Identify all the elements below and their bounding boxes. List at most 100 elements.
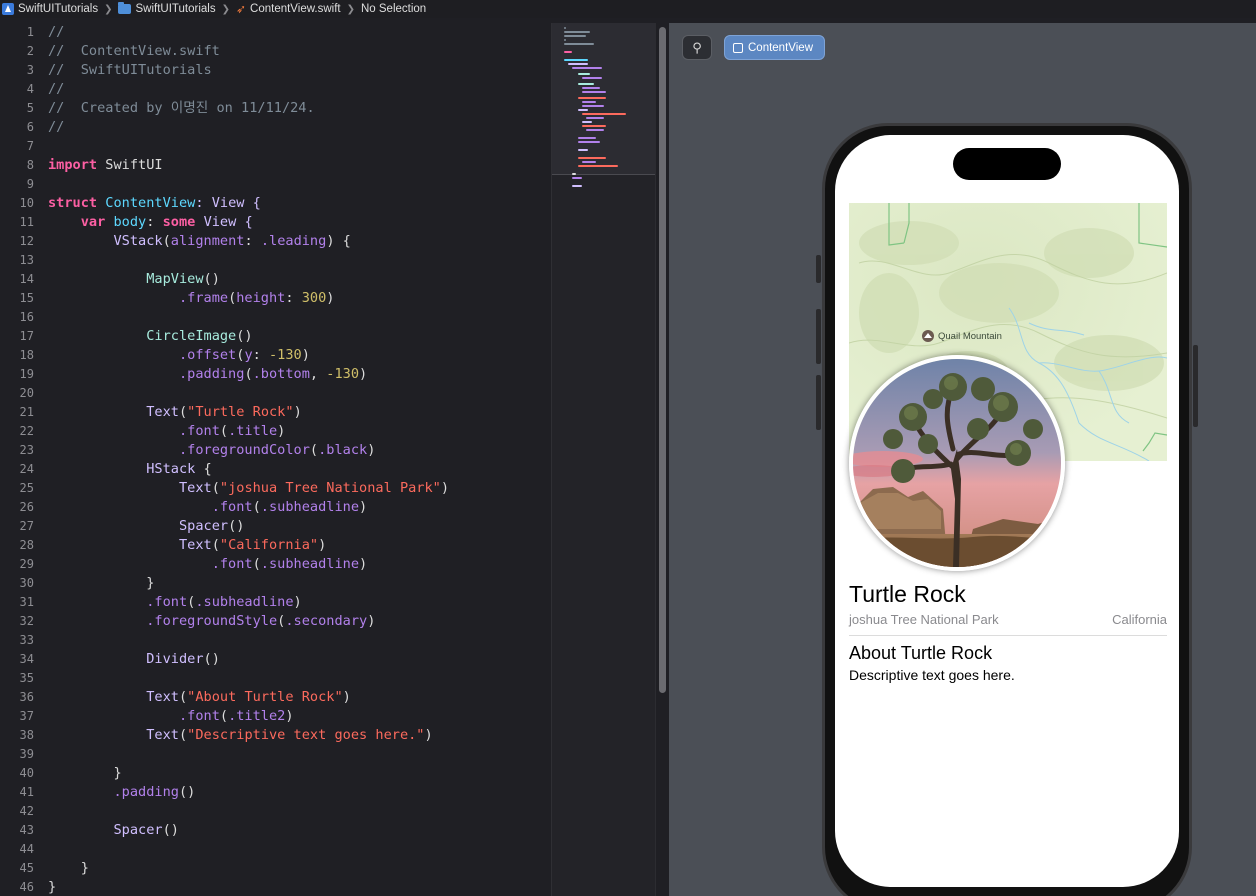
breadcrumb-folder[interactable]: SwiftUITutorials [118,2,216,15]
minimap-line [572,185,582,187]
minimap-line [572,67,602,69]
line-number: 22 [19,424,34,438]
line-number: 28 [19,538,34,552]
breadcrumb-folder-label: SwiftUITutorials [135,3,216,15]
code-line: Text("About Turtle Rock") [146,689,351,705]
device-screen[interactable]: Quail Mountain Turtle Rock joshua Tree N… [835,135,1179,887]
chevron-right-icon: ❯ [221,3,230,15]
code-line: // SwiftUITutorials [48,62,212,78]
dynamic-island [953,148,1061,180]
code-line: .font(.subheadline) [211,499,368,515]
code-line: Text("Turtle Rock") [146,404,302,420]
line-number: 1 [26,25,34,39]
code-line: .font(.title) [178,423,286,439]
minimap-line [582,77,602,79]
code-editor[interactable]: 1 2 3 4 5 6 7 8 9 10 11 12 13 14 15 16 17 18 19 20 21 22 23 24 2… [0,23,551,896]
minimap-line [564,43,594,45]
line-number: 31 [19,595,34,609]
line-number: 14 [19,272,34,286]
line-number: 4 [26,82,34,96]
breadcrumb-project-label: SwiftUITutorials [18,3,99,15]
contentview-preview-label: ContentView [748,41,813,54]
pin-icon: ⚲ [692,39,702,55]
code-line: .padding(.bottom, -130) [178,366,368,382]
line-number: 3 [26,63,34,77]
code-line: import SwiftUI [48,157,163,173]
line-number: 46 [19,880,34,894]
minimap-line [582,87,600,89]
minimap-viewport[interactable] [552,23,655,187]
code-line: Spacer() [113,822,179,838]
minimap-line [582,125,606,127]
breadcrumb-project[interactable]: SwiftUITutorials [2,3,98,15]
code-line: Text("joshua Tree National Park") [178,480,450,496]
minimap-line [568,63,588,65]
line-number: 24 [19,462,34,476]
breadcrumb-file[interactable]: ➶ ContentView.swift [236,2,341,16]
minimap-line [582,91,606,93]
line-number: 45 [19,861,34,875]
about-title: About Turtle Rock [849,643,993,663]
minimap-line [578,141,600,143]
pin-preview-button[interactable]: ⚲ [682,35,712,60]
breadcrumb: SwiftUITutorials ❯ SwiftUITutorials ❯ ➶ … [0,0,1256,18]
line-number: 25 [19,481,34,495]
line-number: 9 [26,177,34,191]
folder-icon [118,2,132,14]
chevron-right-icon: ❯ [346,3,355,15]
line-number: 37 [19,709,34,723]
code-line: Text("California") [178,537,327,553]
minimap-line [578,97,606,99]
minimap-line [572,173,576,175]
line-number: 34 [19,652,34,666]
swift-file-icon: ➶ [235,2,247,16]
line-number: 2 [26,44,34,58]
code-line: // [48,119,65,135]
chevron-right-icon: ❯ [104,3,113,15]
divider [849,635,1167,636]
joshua-tree-photo [853,359,1061,567]
preview-icon [733,42,743,53]
line-number: 26 [19,500,34,514]
line-number: 23 [19,443,34,457]
iphone-device-frame: Quail Mountain Turtle Rock joshua Tree N… [822,123,1192,896]
code-line: } [48,879,57,895]
minimap[interactable] [551,23,655,896]
code-line: var body: some View { [80,214,253,230]
line-number: 5 [26,101,34,115]
minimap-line [564,51,572,53]
contentview-preview-button[interactable]: ContentView [724,35,825,60]
line-number: 36 [19,690,34,704]
code-line: HStack { [146,461,212,477]
minimap-line [578,149,588,151]
circle-image [849,355,1065,571]
scrollbar-thumb[interactable] [659,27,666,693]
preview-canvas[interactable]: ⚲ ContentView Quail Mountain Turtle Rock… [669,23,1256,896]
line-number: 13 [19,253,34,267]
park-title: Turtle Rock [849,581,966,607]
line-number: 41 [19,785,34,799]
line-number-gutter: 1 2 3 4 5 6 7 8 9 10 11 12 13 14 15 16 17 18 19 20 21 22 23 24 2… [0,23,40,896]
phone-volume-down [816,375,821,430]
minimap-line [578,73,590,75]
code-line: // [48,81,65,97]
map-poi-label[interactable]: Quail Mountain [922,330,1002,342]
minimap-line [582,105,604,107]
code-line: } [48,860,89,876]
line-number: 40 [19,766,34,780]
code-line: CircleImage() [146,328,253,344]
editor-scrollbar[interactable] [655,23,669,896]
line-number: 18 [19,348,34,362]
code-line: .font(.subheadline) [211,556,368,572]
code-line: Text("Descriptive text goes here.") [146,727,433,743]
source-code[interactable]: // // ContentView.swift // SwiftUITutori… [48,23,449,896]
line-number: 8 [26,158,34,172]
breadcrumb-selection[interactable]: No Selection [361,3,426,15]
line-number: 19 [19,367,34,381]
